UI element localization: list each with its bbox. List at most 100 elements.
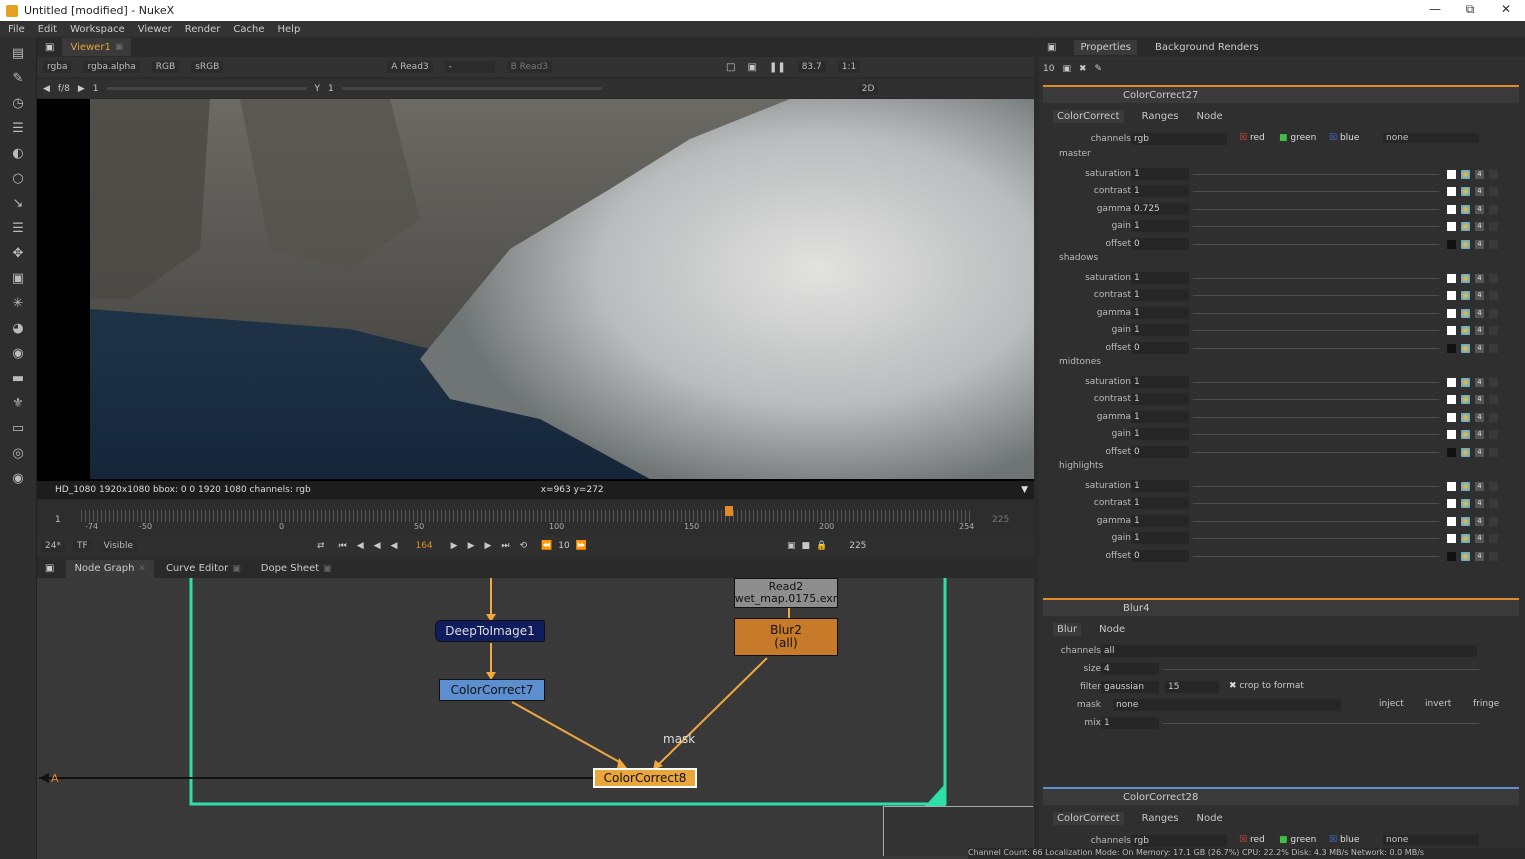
mask-dropdown[interactable]: none	[1113, 699, 1341, 711]
current-frame-field[interactable]: 164	[415, 541, 432, 551]
keyer-tools-icon[interactable]: ↘	[9, 194, 27, 212]
close-tab-icon[interactable]: ▣	[232, 564, 241, 574]
knob-value-field[interactable]: 1	[1131, 306, 1189, 319]
color-swatch-icon[interactable]	[1447, 239, 1456, 249]
tab-background-renders[interactable]: Background Renders	[1155, 42, 1259, 53]
section-midtones[interactable]: midtones	[1059, 357, 1101, 367]
pane-menu-icon[interactable]: ▣	[1047, 42, 1056, 53]
max-panels-field[interactable]: 10	[1043, 64, 1054, 74]
menu-cache[interactable]: Cache	[225, 24, 269, 35]
menu-workspace[interactable]: Workspace	[62, 24, 130, 35]
knob-slider[interactable]	[1193, 538, 1439, 540]
animation-menu-icon[interactable]	[1489, 291, 1498, 301]
section-master[interactable]: master	[1059, 149, 1091, 159]
animation-menu-icon[interactable]	[1489, 343, 1498, 353]
channels-dropdown[interactable]: rgb	[1131, 835, 1227, 847]
knob-slider[interactable]	[1193, 243, 1439, 245]
blue-checkbox[interactable]: ☒ blue	[1329, 133, 1359, 143]
knob-slider[interactable]	[1193, 416, 1439, 418]
menu-file[interactable]: File	[0, 24, 30, 35]
knob-slider[interactable]	[1193, 295, 1439, 297]
in-out-icon[interactable]: ⇄	[317, 541, 325, 551]
fps-dropdown[interactable]: 24*	[41, 540, 65, 552]
flipbook-icon[interactable]: ▣	[787, 541, 796, 551]
tab-dope-sheet[interactable]: Dope Sheet ▣	[253, 560, 340, 578]
timeline[interactable]: 1 -74 -50 0 50 100 150 200 254 225	[37, 500, 1034, 536]
color-swatch-icon[interactable]	[1447, 534, 1456, 544]
red-checkbox[interactable]: ☒ red	[1239, 835, 1265, 845]
green-checkbox[interactable]: ■ green	[1279, 835, 1316, 845]
color-wheel-icon[interactable]	[1461, 412, 1470, 422]
tab-curve-editor[interactable]: Curve Editor ▣	[158, 560, 249, 578]
knob-slider[interactable]	[1193, 347, 1439, 349]
knob-slider[interactable]	[1193, 486, 1439, 487]
channel-split-icon[interactable]: 4	[1475, 412, 1484, 422]
knob-slider[interactable]	[1193, 520, 1439, 522]
input-b-dropdown[interactable]: B Read3	[506, 61, 553, 73]
toolsets-icon[interactable]: ⚜	[9, 394, 27, 412]
subtab-colorcorrect[interactable]: ColorCorrect	[1053, 109, 1124, 123]
close-tab-icon[interactable]: ▣	[323, 564, 332, 574]
crop-checkbox[interactable]: ✖ crop to format	[1229, 681, 1304, 691]
animation-menu-icon[interactable]	[1489, 395, 1498, 405]
pane-menu-icon[interactable]: ▣	[37, 560, 62, 578]
animation-menu-icon[interactable]	[1489, 551, 1498, 561]
channel-split-icon[interactable]: 4	[1475, 499, 1484, 509]
frame-ruler[interactable]	[81, 510, 971, 522]
time-tools-icon[interactable]: ◷	[9, 94, 27, 112]
colorcorrect27-name[interactable]: ColorCorrect27	[1123, 90, 1198, 101]
color-wheel-icon[interactable]	[1461, 308, 1470, 318]
color-wheel-icon[interactable]	[1461, 482, 1470, 491]
draw-tools-icon[interactable]: ✎	[9, 69, 27, 87]
timeline-in-point[interactable]: 1	[55, 515, 61, 525]
color-swatch-icon[interactable]	[1447, 291, 1456, 301]
channel-split-icon[interactable]: 4	[1475, 482, 1484, 491]
knob-slider[interactable]	[1193, 312, 1439, 314]
timeline-out-point[interactable]: 225	[992, 515, 1009, 525]
gamma-value[interactable]: 1	[328, 84, 334, 94]
lock-icon[interactable]: ▣	[1062, 64, 1071, 74]
knob-slider[interactable]	[1193, 226, 1439, 228]
animation-menu-icon[interactable]	[1489, 447, 1498, 457]
subtab-blur[interactable]: Blur	[1053, 622, 1082, 636]
roi-icon[interactable]: □	[726, 62, 735, 73]
knob-slider[interactable]	[1193, 434, 1439, 436]
knob-value-field[interactable]: 1	[1131, 168, 1189, 180]
colorcorrect28-name[interactable]: ColorCorrect28	[1123, 792, 1198, 803]
metadata-tools-icon[interactable]: ▬	[9, 369, 27, 387]
animation-menu-icon[interactable]	[1489, 378, 1498, 387]
animation-menu-icon[interactable]	[1489, 222, 1498, 232]
clear-icon[interactable]: ✖	[1079, 64, 1087, 74]
animation-menu-icon[interactable]	[1489, 187, 1498, 197]
color-swatch-icon[interactable]	[1447, 170, 1456, 179]
color-wheel-icon[interactable]	[1461, 499, 1470, 509]
menu-viewer[interactable]: Viewer	[130, 24, 177, 35]
knob-slider[interactable]	[1193, 451, 1439, 453]
channel-split-icon[interactable]: 4	[1475, 326, 1484, 336]
blur4-name[interactable]: Blur4	[1123, 603, 1149, 614]
color-wheel-icon[interactable]	[1461, 170, 1470, 179]
color-tools-icon[interactable]: ◐	[9, 144, 27, 162]
knob-value-field[interactable]: 1	[1131, 480, 1189, 492]
subtab-ranges[interactable]: Ranges	[1142, 111, 1179, 122]
extra-channel-dropdown[interactable]: none	[1383, 133, 1479, 143]
knob-value-field[interactable]: 1	[1131, 324, 1189, 337]
viewer-canvas[interactable]	[37, 99, 1034, 481]
knob-slider[interactable]	[1193, 330, 1439, 332]
color-wheel-icon[interactable]	[1461, 447, 1470, 457]
extra-channel-dropdown[interactable]: none	[1383, 835, 1479, 845]
transform-tools-icon[interactable]: ✥	[9, 244, 27, 262]
subtab-node[interactable]: Node	[1197, 111, 1223, 122]
mix-slider[interactable]	[1163, 723, 1479, 724]
pane-menu-icon[interactable]: ▣	[37, 38, 62, 56]
knob-value-field[interactable]: 0.725	[1131, 202, 1189, 215]
visible-dropdown[interactable]: Visible	[99, 540, 138, 552]
subtab-ranges[interactable]: Ranges	[1142, 813, 1179, 824]
close-icon[interactable]: ✕	[1491, 2, 1521, 16]
color-swatch-icon[interactable]	[1447, 274, 1456, 283]
channel-split-icon[interactable]: 4	[1475, 378, 1484, 387]
animation-menu-icon[interactable]	[1489, 326, 1498, 336]
image-tools-icon[interactable]: ▤	[9, 44, 27, 62]
menu-edit[interactable]: Edit	[30, 24, 62, 35]
color-wheel-icon[interactable]	[1461, 204, 1470, 214]
